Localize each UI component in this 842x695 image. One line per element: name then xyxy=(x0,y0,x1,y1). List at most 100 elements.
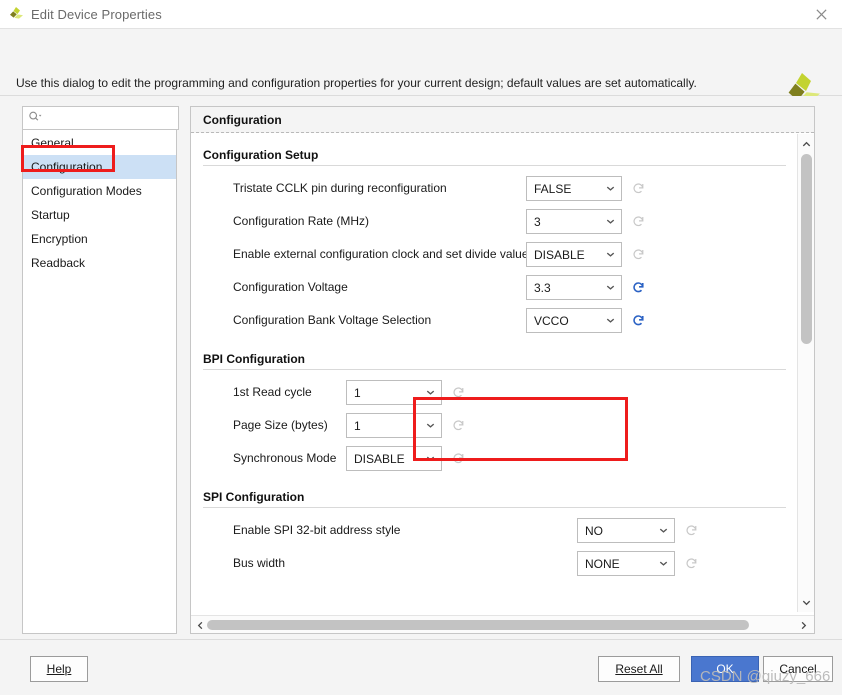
section-heading: SPI Configuration xyxy=(203,490,305,504)
chevron-up-icon[interactable] xyxy=(798,136,814,152)
search-box[interactable] xyxy=(22,106,179,130)
property-label: 1st Read cycle xyxy=(233,385,312,399)
reset-property-icon xyxy=(632,248,645,261)
configuration-panel: Configuration Configuration Setup Tristat… xyxy=(190,106,815,634)
property-label: Page Size (bytes) xyxy=(233,418,328,432)
section-heading: Configuration Setup xyxy=(203,148,319,162)
property-row: Bus width NONE xyxy=(191,548,796,581)
property-row: Enable external configuration clock and … xyxy=(191,239,796,272)
reset-property-icon xyxy=(452,386,465,399)
sidebar-nav-list: General Configuration Configuration Modes S… xyxy=(23,131,176,275)
dialog-header: Use this dialog to edit the programming … xyxy=(0,28,842,102)
section-heading: BPI Configuration xyxy=(203,352,305,366)
help-button[interactable]: Help xyxy=(30,656,88,682)
dropdown-value: 1 xyxy=(354,385,361,400)
chevron-down-icon xyxy=(599,315,621,326)
reset-property-icon xyxy=(452,452,465,465)
property-row: 1st Read cycle 1 xyxy=(191,377,796,410)
sidebar-item-general[interactable]: General xyxy=(23,131,176,155)
dropdown-value: 3 xyxy=(534,214,541,229)
property-label: Bus width xyxy=(233,556,286,570)
vertical-scrollbar[interactable] xyxy=(797,134,814,612)
property-dropdown[interactable]: 3 xyxy=(526,209,622,234)
cancel-button[interactable]: Cancel xyxy=(763,656,833,682)
help-button-label: Help xyxy=(46,662,72,676)
chevron-down-icon xyxy=(652,525,674,536)
property-dropdown[interactable]: NO xyxy=(577,518,675,543)
chevron-down-icon xyxy=(419,420,441,431)
property-dropdown[interactable]: 1 xyxy=(346,380,442,405)
property-label: Enable external configuration clock and … xyxy=(233,247,529,261)
dialog-body: General Configuration Configuration Modes S… xyxy=(0,96,842,639)
property-label: Enable SPI 32-bit address style xyxy=(233,523,401,537)
close-icon[interactable] xyxy=(806,3,836,25)
ok-button-label: OK xyxy=(716,662,734,676)
property-label: Tristate CCLK pin during reconfiguration xyxy=(233,181,447,195)
property-row: Synchronous Mode DISABLE xyxy=(191,443,796,476)
sidebar-item-configuration-modes[interactable]: Configuration Modes xyxy=(23,179,176,203)
reset-property-icon xyxy=(632,182,645,195)
chevron-right-icon[interactable] xyxy=(795,617,811,633)
chevron-down-icon xyxy=(599,183,621,194)
chevron-down-icon xyxy=(419,387,441,398)
reset-property-icon xyxy=(685,524,698,537)
reset-all-button[interactable]: Reset All xyxy=(598,656,680,682)
horizontal-scrollbar-thumb[interactable] xyxy=(207,620,749,630)
reset-property-icon xyxy=(452,419,465,432)
search-input[interactable] xyxy=(45,112,163,124)
property-row: Enable SPI 32-bit address style NO xyxy=(191,515,796,548)
property-dropdown[interactable]: NONE xyxy=(577,551,675,576)
reset-property-icon[interactable] xyxy=(632,281,645,294)
horizontal-scrollbar[interactable] xyxy=(191,615,814,633)
vivado-logo-icon xyxy=(7,6,25,22)
property-row: Page Size (bytes) 1 xyxy=(191,410,796,443)
chevron-down-icon xyxy=(599,249,621,260)
sidebar-item-encryption[interactable]: Encryption xyxy=(23,227,176,251)
property-dropdown[interactable]: 3.3 xyxy=(526,275,622,300)
property-dropdown[interactable]: 1 xyxy=(346,413,442,438)
dropdown-value: NO xyxy=(585,523,603,538)
property-label: Configuration Voltage xyxy=(233,280,348,294)
dialog-description: Use this dialog to edit the programming … xyxy=(16,76,697,90)
reset-property-icon xyxy=(632,215,645,228)
reset-property-icon xyxy=(685,557,698,570)
search-icon xyxy=(28,110,43,126)
property-dropdown[interactable]: FALSE xyxy=(526,176,622,201)
chevron-down-icon[interactable] xyxy=(798,594,814,610)
chevron-down-icon xyxy=(652,558,674,569)
chevron-down-icon xyxy=(419,453,441,464)
reset-property-icon[interactable] xyxy=(632,314,645,327)
panel-scroll-content: Configuration Setup Tristate CCLK pin dur… xyxy=(191,134,796,612)
window-title: Edit Device Properties xyxy=(31,6,162,22)
sidebar-item-startup[interactable]: Startup xyxy=(23,203,176,227)
property-dropdown[interactable]: DISABLE xyxy=(346,446,442,471)
dropdown-value: 1 xyxy=(354,418,361,433)
sidebar-item-configuration[interactable]: Configuration xyxy=(23,155,176,179)
dropdown-value: VCCO xyxy=(534,313,569,328)
chevron-down-icon xyxy=(599,216,621,227)
chevron-down-icon xyxy=(599,282,621,293)
property-dropdown[interactable]: VCCO xyxy=(526,308,622,333)
vertical-scrollbar-thumb[interactable] xyxy=(801,154,812,344)
property-label: Synchronous Mode xyxy=(233,451,337,465)
property-row: Configuration Rate (MHz) 3 xyxy=(191,206,796,239)
panel-title: Configuration xyxy=(191,107,814,133)
title-bar: Edit Device Properties xyxy=(0,0,842,28)
dropdown-value: DISABLE xyxy=(534,247,585,262)
property-label: Configuration Rate (MHz) xyxy=(233,214,370,228)
property-row: Configuration Bank Voltage Selection VCCO xyxy=(191,305,796,338)
ok-button[interactable]: OK xyxy=(691,656,759,682)
dropdown-value: DISABLE xyxy=(354,451,405,466)
property-row: Tristate CCLK pin during reconfiguration… xyxy=(191,173,796,206)
dropdown-value: 3.3 xyxy=(534,280,551,295)
sidebar-item-readback[interactable]: Readback xyxy=(23,251,176,275)
sidebar: General Configuration Configuration Modes S… xyxy=(21,106,179,634)
property-dropdown[interactable]: DISABLE xyxy=(526,242,622,267)
chevron-left-icon[interactable] xyxy=(192,617,208,633)
dropdown-value: NONE xyxy=(585,556,620,571)
property-label: Configuration Bank Voltage Selection xyxy=(233,313,432,327)
property-row: Configuration Voltage 3.3 xyxy=(191,272,796,305)
